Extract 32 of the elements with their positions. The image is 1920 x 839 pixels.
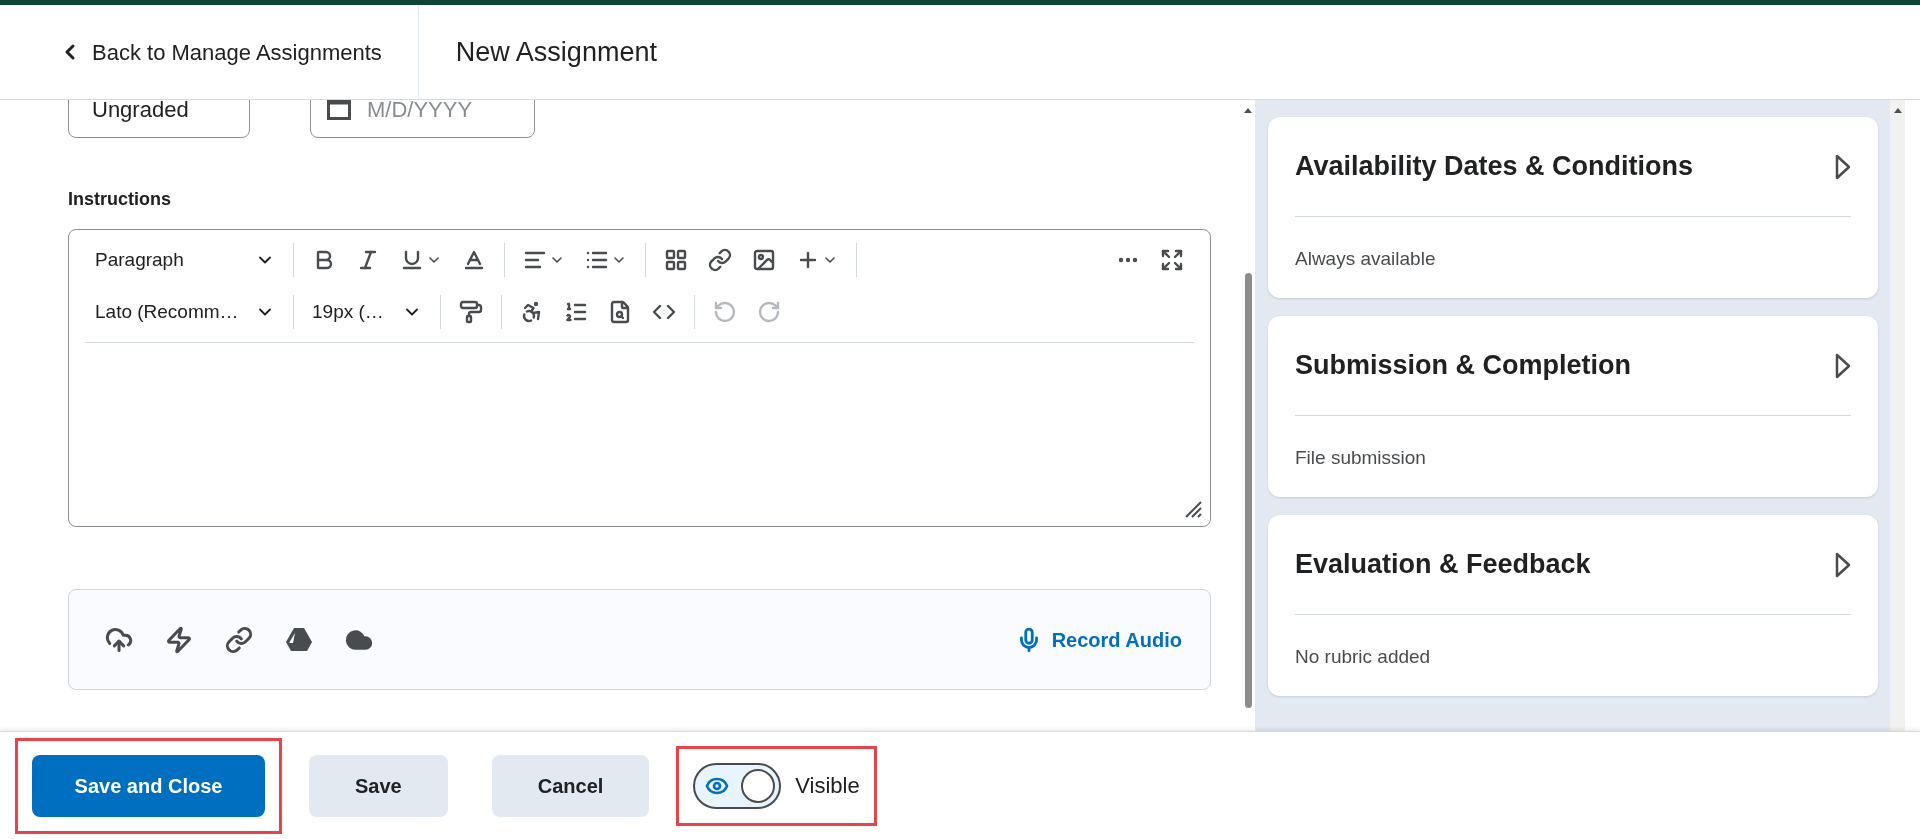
- card-title: Evaluation & Feedback: [1295, 548, 1591, 582]
- settings-card[interactable]: Availability Dates & Conditions Always available: [1268, 117, 1878, 298]
- settings-card[interactable]: Evaluation & Feedback No rubric added: [1268, 515, 1878, 696]
- expand-arrow-icon[interactable]: [1835, 352, 1851, 379]
- footer-button[interactable]: Cancel: [491, 754, 650, 817]
- back-link[interactable]: Back to Manage Assignments: [0, 5, 419, 99]
- font-size-dropdown[interactable]: 19px (…: [302, 292, 432, 332]
- visibility-toggle[interactable]: [693, 762, 782, 809]
- paragraph-dropdown[interactable]: Paragraph: [85, 240, 285, 280]
- scrollbar[interactable]: [1890, 100, 1905, 731]
- visibility-label: Visible: [795, 772, 860, 800]
- link-icon[interactable]: [225, 625, 253, 654]
- resize-handle-icon[interactable]: [1184, 500, 1202, 518]
- footer-button[interactable]: Save: [309, 754, 448, 817]
- expand-arrow-icon[interactable]: [1835, 153, 1851, 180]
- page-title: New Assignment: [455, 35, 657, 69]
- card-title: Availability Dates & Conditions: [1295, 150, 1694, 184]
- calendar-icon: [327, 100, 351, 120]
- upload-icon[interactable]: [105, 625, 133, 654]
- record-audio-button[interactable]: Record Audio: [1015, 624, 1182, 655]
- card-title: Submission & Completion: [1295, 349, 1631, 383]
- card-summary: Always available: [1295, 247, 1437, 271]
- instructions-label: Instructions: [68, 188, 172, 211]
- rich-text-editor[interactable]: Paragraph Lato (Recomm… 19px (…: [68, 229, 1211, 527]
- card-summary: No rubric added: [1295, 645, 1432, 669]
- grade-field[interactable]: Ungraded: [68, 100, 250, 138]
- settings-card[interactable]: Submission & Completion File submission: [1268, 316, 1878, 497]
- expand-arrow-icon[interactable]: [1835, 551, 1851, 578]
- font-dropdown[interactable]: Lato (Recomm…: [85, 292, 285, 332]
- card-summary: File submission: [1295, 446, 1427, 470]
- lightning-icon[interactable]: [165, 625, 193, 654]
- save-and-close-button[interactable]: Save and Close: [32, 754, 265, 817]
